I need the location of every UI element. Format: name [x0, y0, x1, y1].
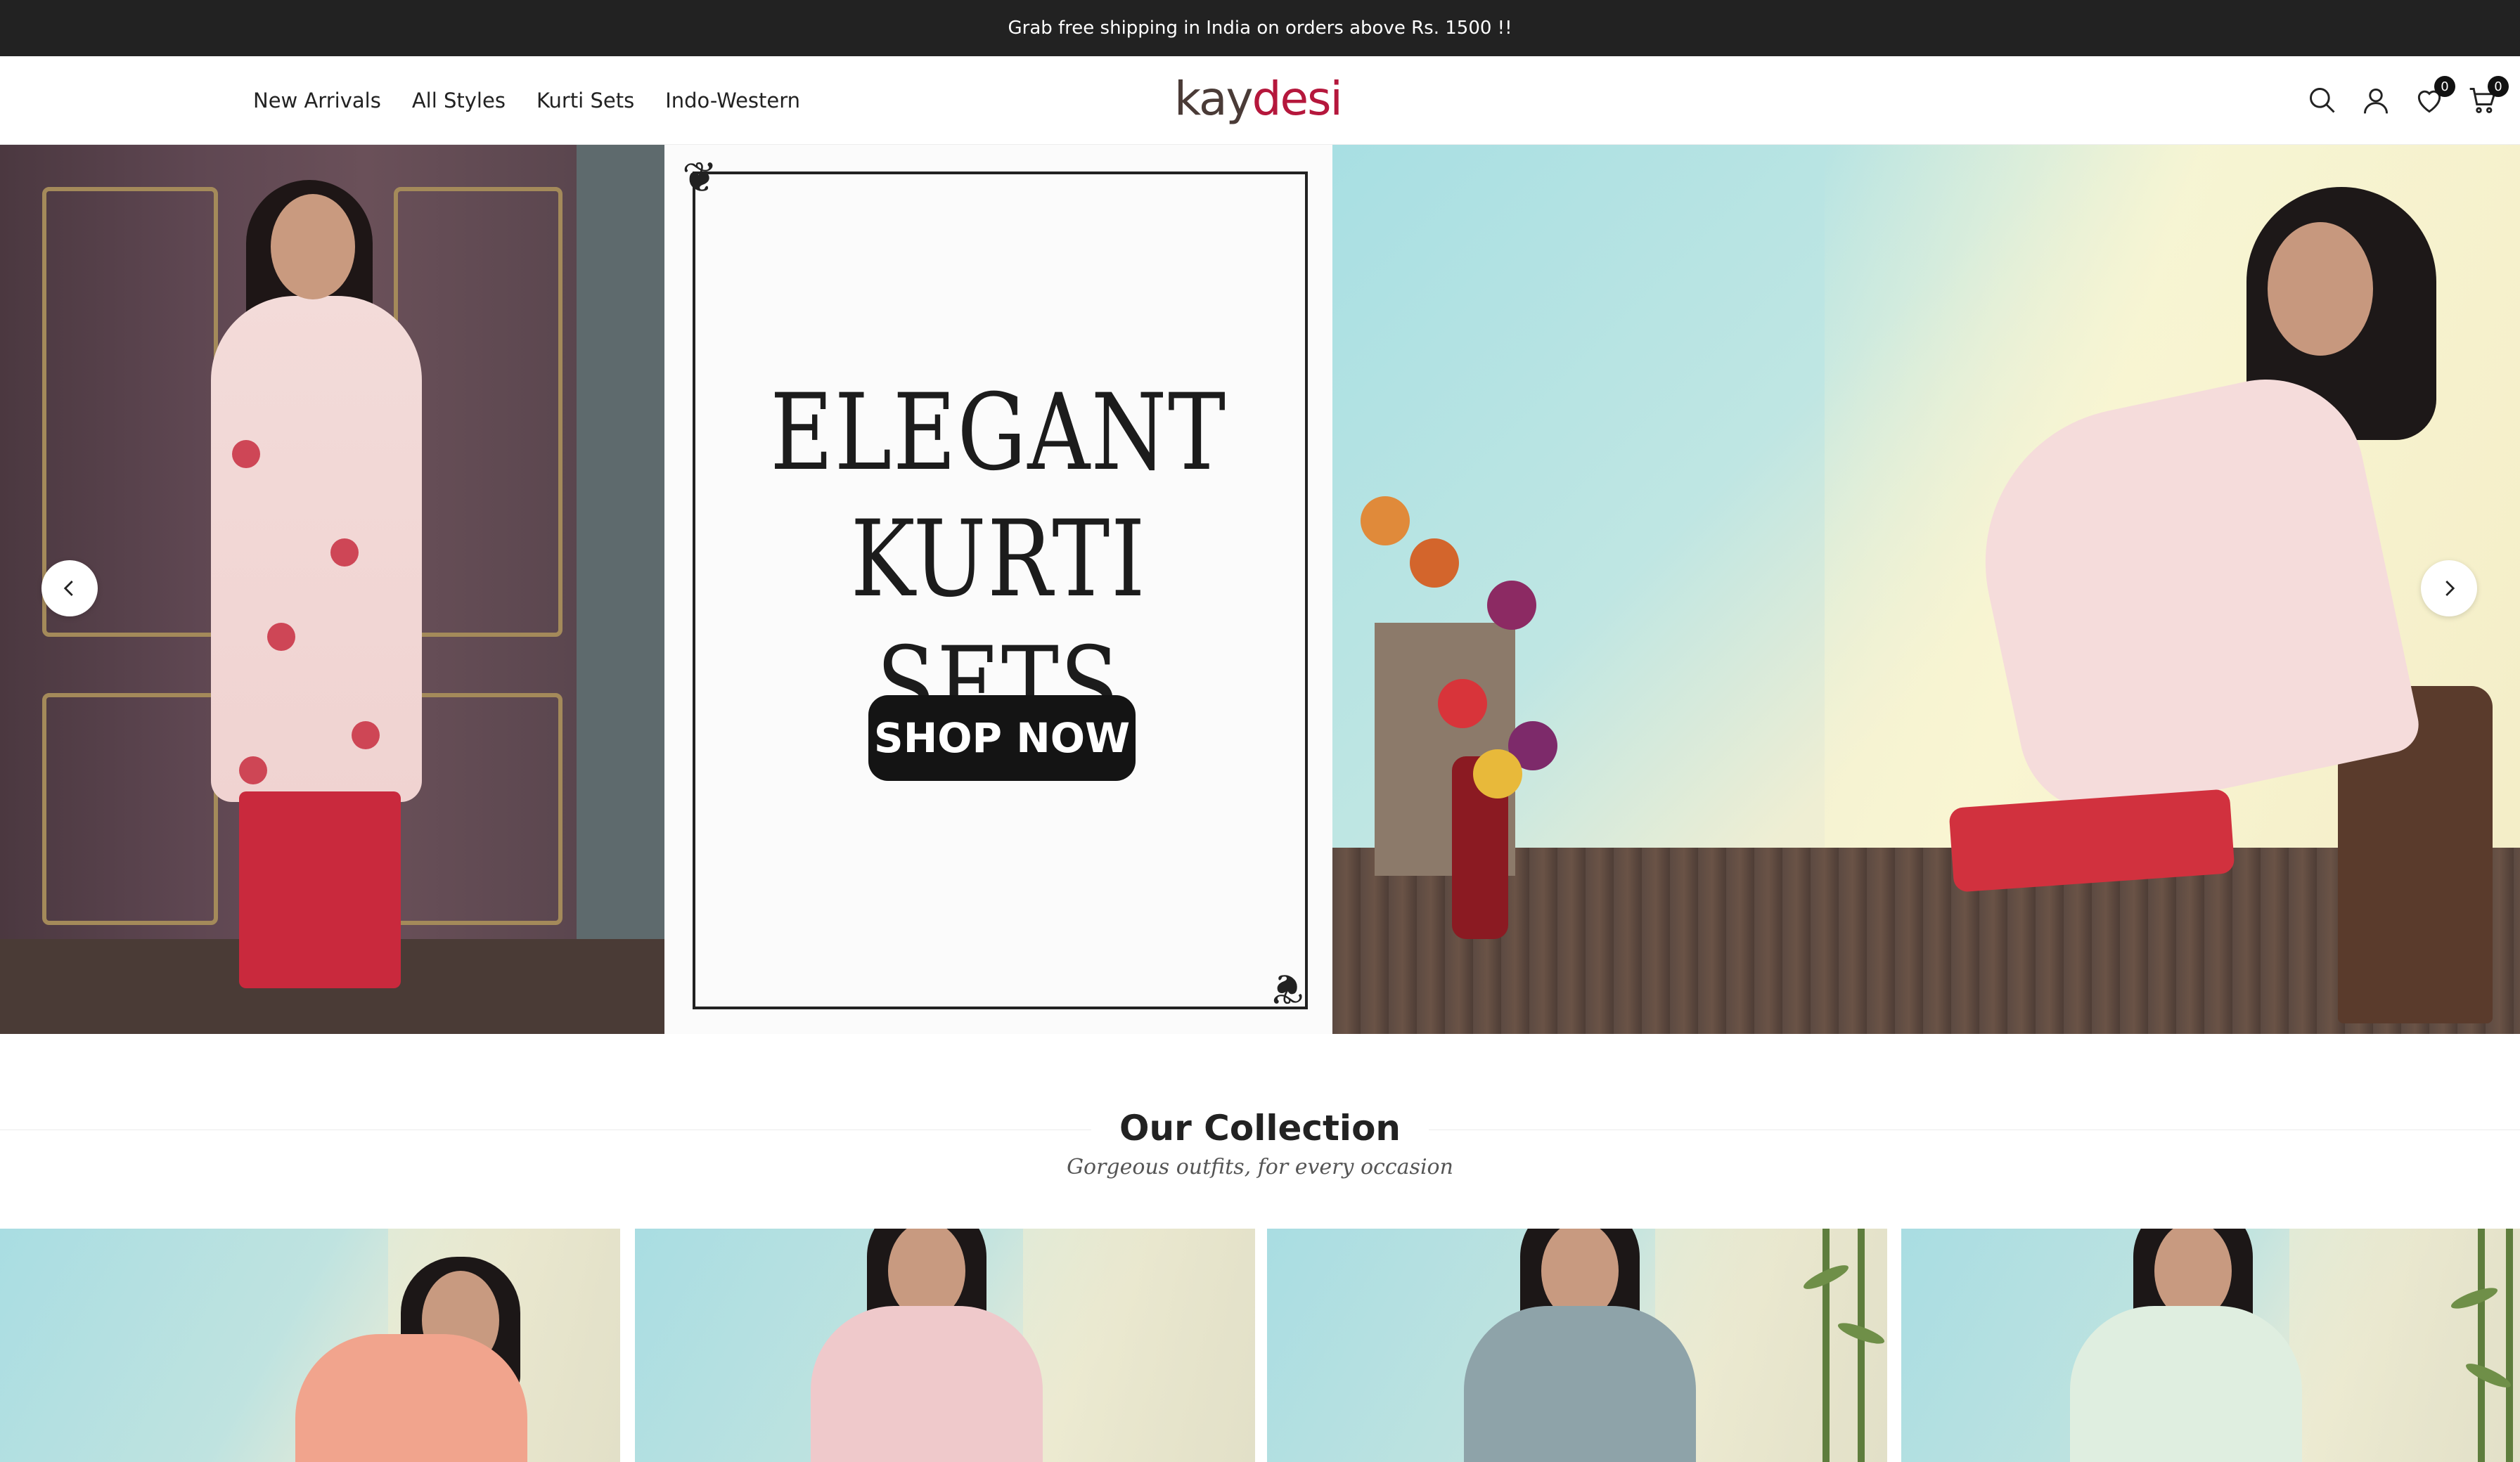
account-button[interactable] — [2360, 84, 2392, 117]
nav-new-arrivals[interactable]: New Arrivals — [253, 89, 381, 112]
side-wall — [577, 145, 664, 1034]
flower — [1438, 679, 1487, 728]
site-header: New Arrivals All Styles Kurti Sets Indo-… — [0, 56, 2520, 145]
hero-image-left — [0, 145, 664, 1034]
flower — [1487, 581, 1536, 630]
hero-title: ELEGANT KURTI SETS — [725, 370, 1273, 749]
collection-header: Our Collection Gorgeous outfits, for eve… — [0, 1096, 2520, 1181]
model-kurti — [811, 1306, 1043, 1462]
logo-part-kay: kay — [1174, 72, 1254, 126]
hero-text-panel: ❦ ❦ ELEGANT KURTI SETS SHOP NOW — [664, 145, 1332, 1034]
nav-indo-western[interactable]: Indo-Western — [665, 89, 800, 112]
shop-now-button[interactable]: SHOP NOW — [868, 695, 1136, 781]
collection-card[interactable] — [1901, 1229, 2520, 1462]
logo-part-desi: desi — [1252, 72, 1343, 126]
wishlist-button[interactable]: 0 — [2413, 76, 2455, 117]
wishlist-count-badge: 0 — [2434, 76, 2455, 97]
flower — [1410, 538, 1459, 588]
search-icon — [2310, 88, 2335, 113]
flower — [1361, 496, 1410, 545]
collection-card[interactable] — [635, 1229, 1255, 1462]
header-icons: 0 0 — [2306, 56, 2509, 145]
model-pants — [239, 791, 401, 988]
bamboo — [2478, 1229, 2485, 1462]
collection-card[interactable] — [0, 1229, 620, 1462]
print-flower — [352, 721, 380, 749]
collection-grid — [0, 1229, 2520, 1462]
hero-image-right — [1332, 145, 2520, 1034]
nav-all-styles[interactable]: All Styles — [412, 89, 506, 112]
collection-card[interactable] — [1267, 1229, 1887, 1462]
frame-corner-ornament: ❦ — [682, 153, 718, 202]
bamboo — [2506, 1229, 2513, 1462]
chevron-left-icon — [63, 581, 73, 596]
model-kurti — [295, 1334, 527, 1462]
print-flower — [232, 440, 260, 468]
slider-next-button[interactable] — [2421, 560, 2477, 616]
search-button[interactable] — [2306, 84, 2339, 117]
flower — [1473, 749, 1522, 798]
model-face — [2268, 222, 2373, 356]
announcement-text: Grab free shipping in India on orders ab… — [1008, 18, 1512, 39]
nav-kurti-sets[interactable]: Kurti Sets — [536, 89, 634, 112]
bamboo — [1858, 1229, 1865, 1462]
model-kurti — [1464, 1306, 1696, 1462]
hero-slider: ❦ ❦ ELEGANT KURTI SETS SHOP NOW — [0, 145, 2520, 1034]
main-nav: New Arrivals All Styles Kurti Sets Indo-… — [253, 56, 800, 145]
cart-count-badge: 0 — [2488, 76, 2509, 97]
account-icon — [2363, 88, 2389, 114]
hero-title-line1: ELEGANT — [770, 372, 1227, 494]
model-kurti — [211, 296, 422, 802]
collection-title: Our Collection — [1091, 1108, 1429, 1149]
bamboo — [1822, 1229, 1830, 1462]
print-flower — [330, 538, 359, 567]
site-logo[interactable]: kay desi — [1174, 72, 1343, 128]
model-kurti — [2070, 1306, 2302, 1462]
frame-corner-ornament: ❦ — [1269, 964, 1305, 1013]
cart-button[interactable]: 0 — [2467, 76, 2509, 117]
print-flower — [239, 756, 267, 784]
wall-panel — [42, 693, 218, 925]
announcement-bar: Grab free shipping in India on orders ab… — [0, 0, 2520, 56]
model-face — [271, 194, 355, 299]
slider-prev-button[interactable] — [41, 560, 98, 616]
collection-subtitle: Gorgeous outfits, for every occasion — [1067, 1155, 1453, 1179]
print-flower — [267, 623, 295, 651]
chevron-right-icon — [2445, 581, 2455, 596]
